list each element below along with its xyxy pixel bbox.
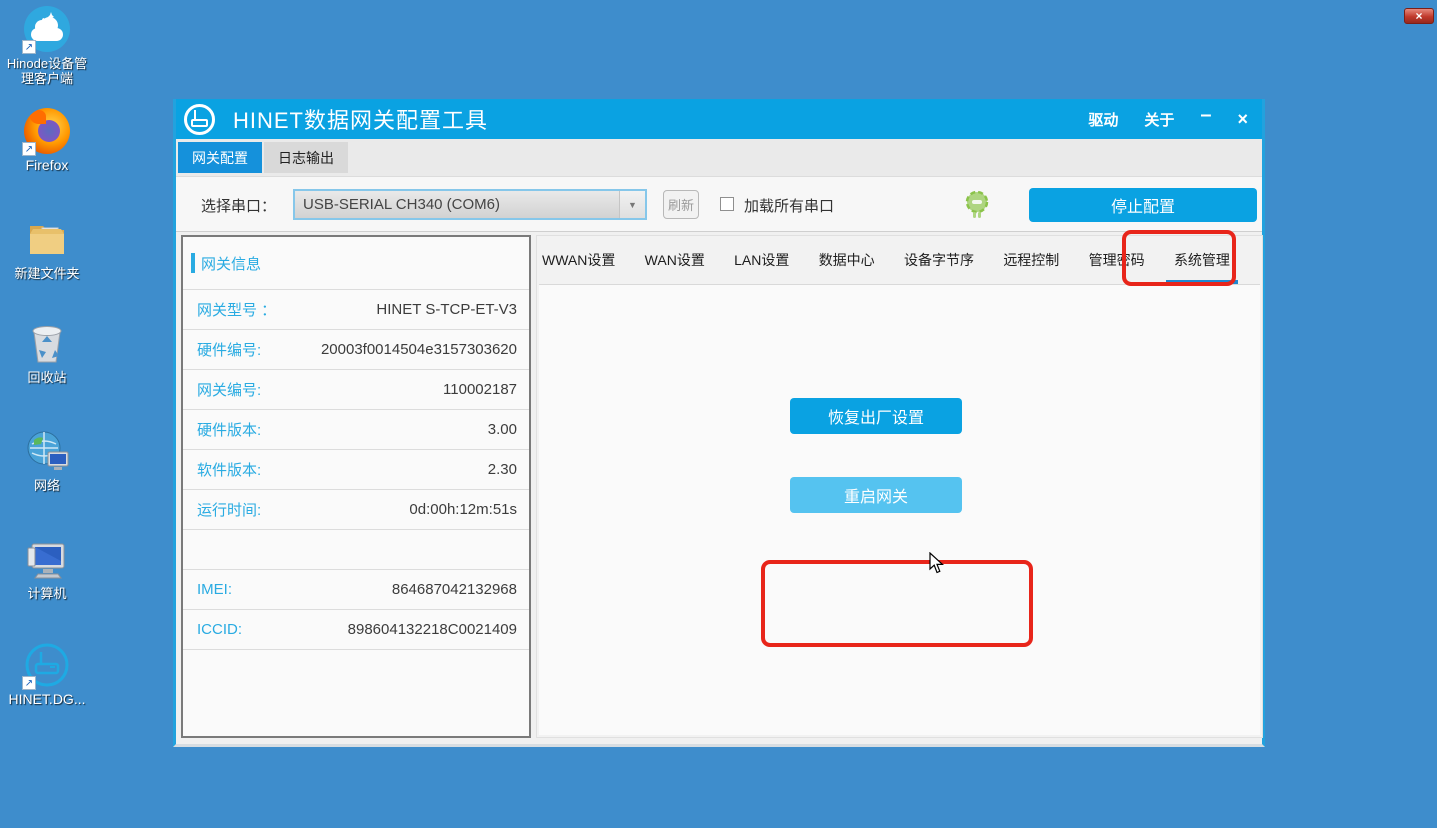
desktop-icon-new-folder[interactable]: 新建文件夹 <box>1 216 93 281</box>
desktop-icon-label: Firefox <box>1 158 93 173</box>
info-row-uptime: 运行时间: 0d:00h:12m:51s <box>183 489 529 529</box>
desktop-icon-label: Hinode设备管理客户端 <box>1 56 93 86</box>
firefox-icon: ↗ <box>24 108 70 154</box>
tab-log-output[interactable]: 日志输出 <box>264 142 348 173</box>
stop-config-button[interactable]: 停止配置 <box>1029 188 1257 222</box>
desktop-icon-recycle-bin[interactable]: 回收站 <box>1 320 93 385</box>
computer-icon <box>24 536 70 582</box>
hinode-client-icon: ↗ <box>24 6 70 52</box>
info-row-iccid: ICCID: 898604132218C0021409 <box>183 609 529 649</box>
serial-port-label: 选择串口： <box>201 195 276 216</box>
hinet-dg-icon: ↗ <box>24 642 70 688</box>
info-row-filler <box>183 649 529 689</box>
serial-port-select[interactable]: USB-SERIAL CH340 (COM6) ▼ <box>293 189 647 220</box>
toolbar: 选择串口： USB-SERIAL CH340 (COM6) ▼ 刷新 加载所有串… <box>176 177 1262 232</box>
settings-panel: WWAN设置 WAN设置 LAN设置 数据中心 设备字节序 远程控制 管理密码 … <box>536 235 1263 738</box>
tab-system-management[interactable]: 系统管理 <box>1172 244 1232 276</box>
load-all-ports-checkbox[interactable] <box>720 197 734 211</box>
tab-wan-settings[interactable]: WAN设置 <box>643 244 707 276</box>
tab-byte-order[interactable]: 设备字节序 <box>902 244 976 276</box>
about-menu-button[interactable]: 关于 <box>1144 109 1174 130</box>
gateway-info-title: 网关信息 <box>201 253 261 274</box>
window-title: HINET数据网关配置工具 <box>233 103 488 135</box>
info-row-hardware-version: 硬件版本: 3.00 <box>183 409 529 449</box>
tab-remote-control[interactable]: 远程控制 <box>1001 244 1061 276</box>
refresh-button[interactable]: 刷新 <box>663 190 699 219</box>
shortcut-arrow-icon: ↗ <box>22 40 36 54</box>
info-row-hardware-id: 硬件编号: 20003f0014504e3157303620 <box>183 329 529 369</box>
factory-reset-button[interactable]: 恢复出厂设置 <box>790 398 962 434</box>
desktop-icon-hinet-dg[interactable]: ↗ HINET.DG... <box>1 642 93 707</box>
desktop-icon-label: 网络 <box>1 478 93 493</box>
info-row-model: 网关型号 ： HINET S-TCP-ET-V3 <box>183 289 529 329</box>
network-icon <box>24 428 70 474</box>
window-content: 网关信息 网关型号 ： HINET S-TCP-ET-V3 硬件编号: 2000… <box>176 232 1262 744</box>
tab-admin-password[interactable]: 管理密码 <box>1087 244 1147 276</box>
tab-gateway-config[interactable]: 网关配置 <box>178 142 262 173</box>
desktop-icon-network[interactable]: 网络 <box>1 428 93 493</box>
tab-lan-settings[interactable]: LAN设置 <box>732 244 791 276</box>
desktop-icon-computer[interactable]: 计算机 <box>1 536 93 601</box>
main-tab-bar: 网关配置 日志输出 <box>176 139 1262 177</box>
desktop-icon-label: 计算机 <box>1 586 93 601</box>
desktop-icon-label: 回收站 <box>1 370 93 385</box>
info-row-software-version: 软件版本: 2.30 <box>183 449 529 489</box>
tab-data-center[interactable]: 数据中心 <box>817 244 877 276</box>
folder-icon <box>24 216 70 262</box>
load-all-ports-label: 加载所有串口 <box>744 195 834 216</box>
annotation-box-restart-button <box>761 560 1033 647</box>
desktop-icon-label: HINET.DG... <box>1 692 93 707</box>
settings-tab-bar: WWAN设置 WAN设置 LAN设置 数据中心 设备字节序 远程控制 管理密码 … <box>537 236 1262 284</box>
chevron-down-icon[interactable]: ▼ <box>619 191 645 218</box>
desktop-icon-hinode-client[interactable]: ↗ Hinode设备管理客户端 <box>1 6 93 86</box>
app-window: HINET数据网关配置工具 驱动 关于 – × 网关配置 日志输出 选择串口： … <box>173 99 1265 747</box>
driver-menu-button[interactable]: 驱动 <box>1088 109 1118 130</box>
screen-close-button[interactable]: × <box>1404 8 1434 24</box>
info-row-gateway-id: 网关编号: 110002187 <box>183 369 529 409</box>
window-close-button[interactable]: × <box>1237 109 1248 130</box>
shortcut-arrow-icon: ↗ <box>22 142 36 156</box>
info-row-empty <box>183 529 529 569</box>
info-row-imei: IMEI: 864687042132968 <box>183 569 529 609</box>
header-accent-bar <box>191 253 195 273</box>
desktop-icon-firefox[interactable]: ↗ Firefox <box>1 108 93 173</box>
restart-gateway-button[interactable]: 重启网关 <box>790 477 962 513</box>
desktop-icon-label: 新建文件夹 <box>1 266 93 281</box>
titlebar[interactable]: HINET数据网关配置工具 驱动 关于 – × <box>176 99 1262 139</box>
desktop: { "colors": { "desktop_bg": "#3E8DCC", "… <box>0 0 1437 828</box>
serial-port-value: USB-SERIAL CH340 (COM6) <box>295 191 619 218</box>
system-management-pane: 恢复出厂设置 重启网关 <box>539 284 1260 735</box>
tab-wwan-settings[interactable]: WWAN设置 <box>540 244 617 276</box>
app-logo-icon <box>184 104 215 135</box>
shortcut-arrow-icon: ↗ <box>22 676 36 690</box>
android-status-icon <box>965 190 989 219</box>
minimize-button[interactable]: – <box>1200 110 1211 128</box>
gateway-info-panel: 网关信息 网关型号 ： HINET S-TCP-ET-V3 硬件编号: 2000… <box>181 235 531 738</box>
mouse-cursor-icon <box>929 552 944 579</box>
recycle-bin-icon <box>24 320 70 366</box>
